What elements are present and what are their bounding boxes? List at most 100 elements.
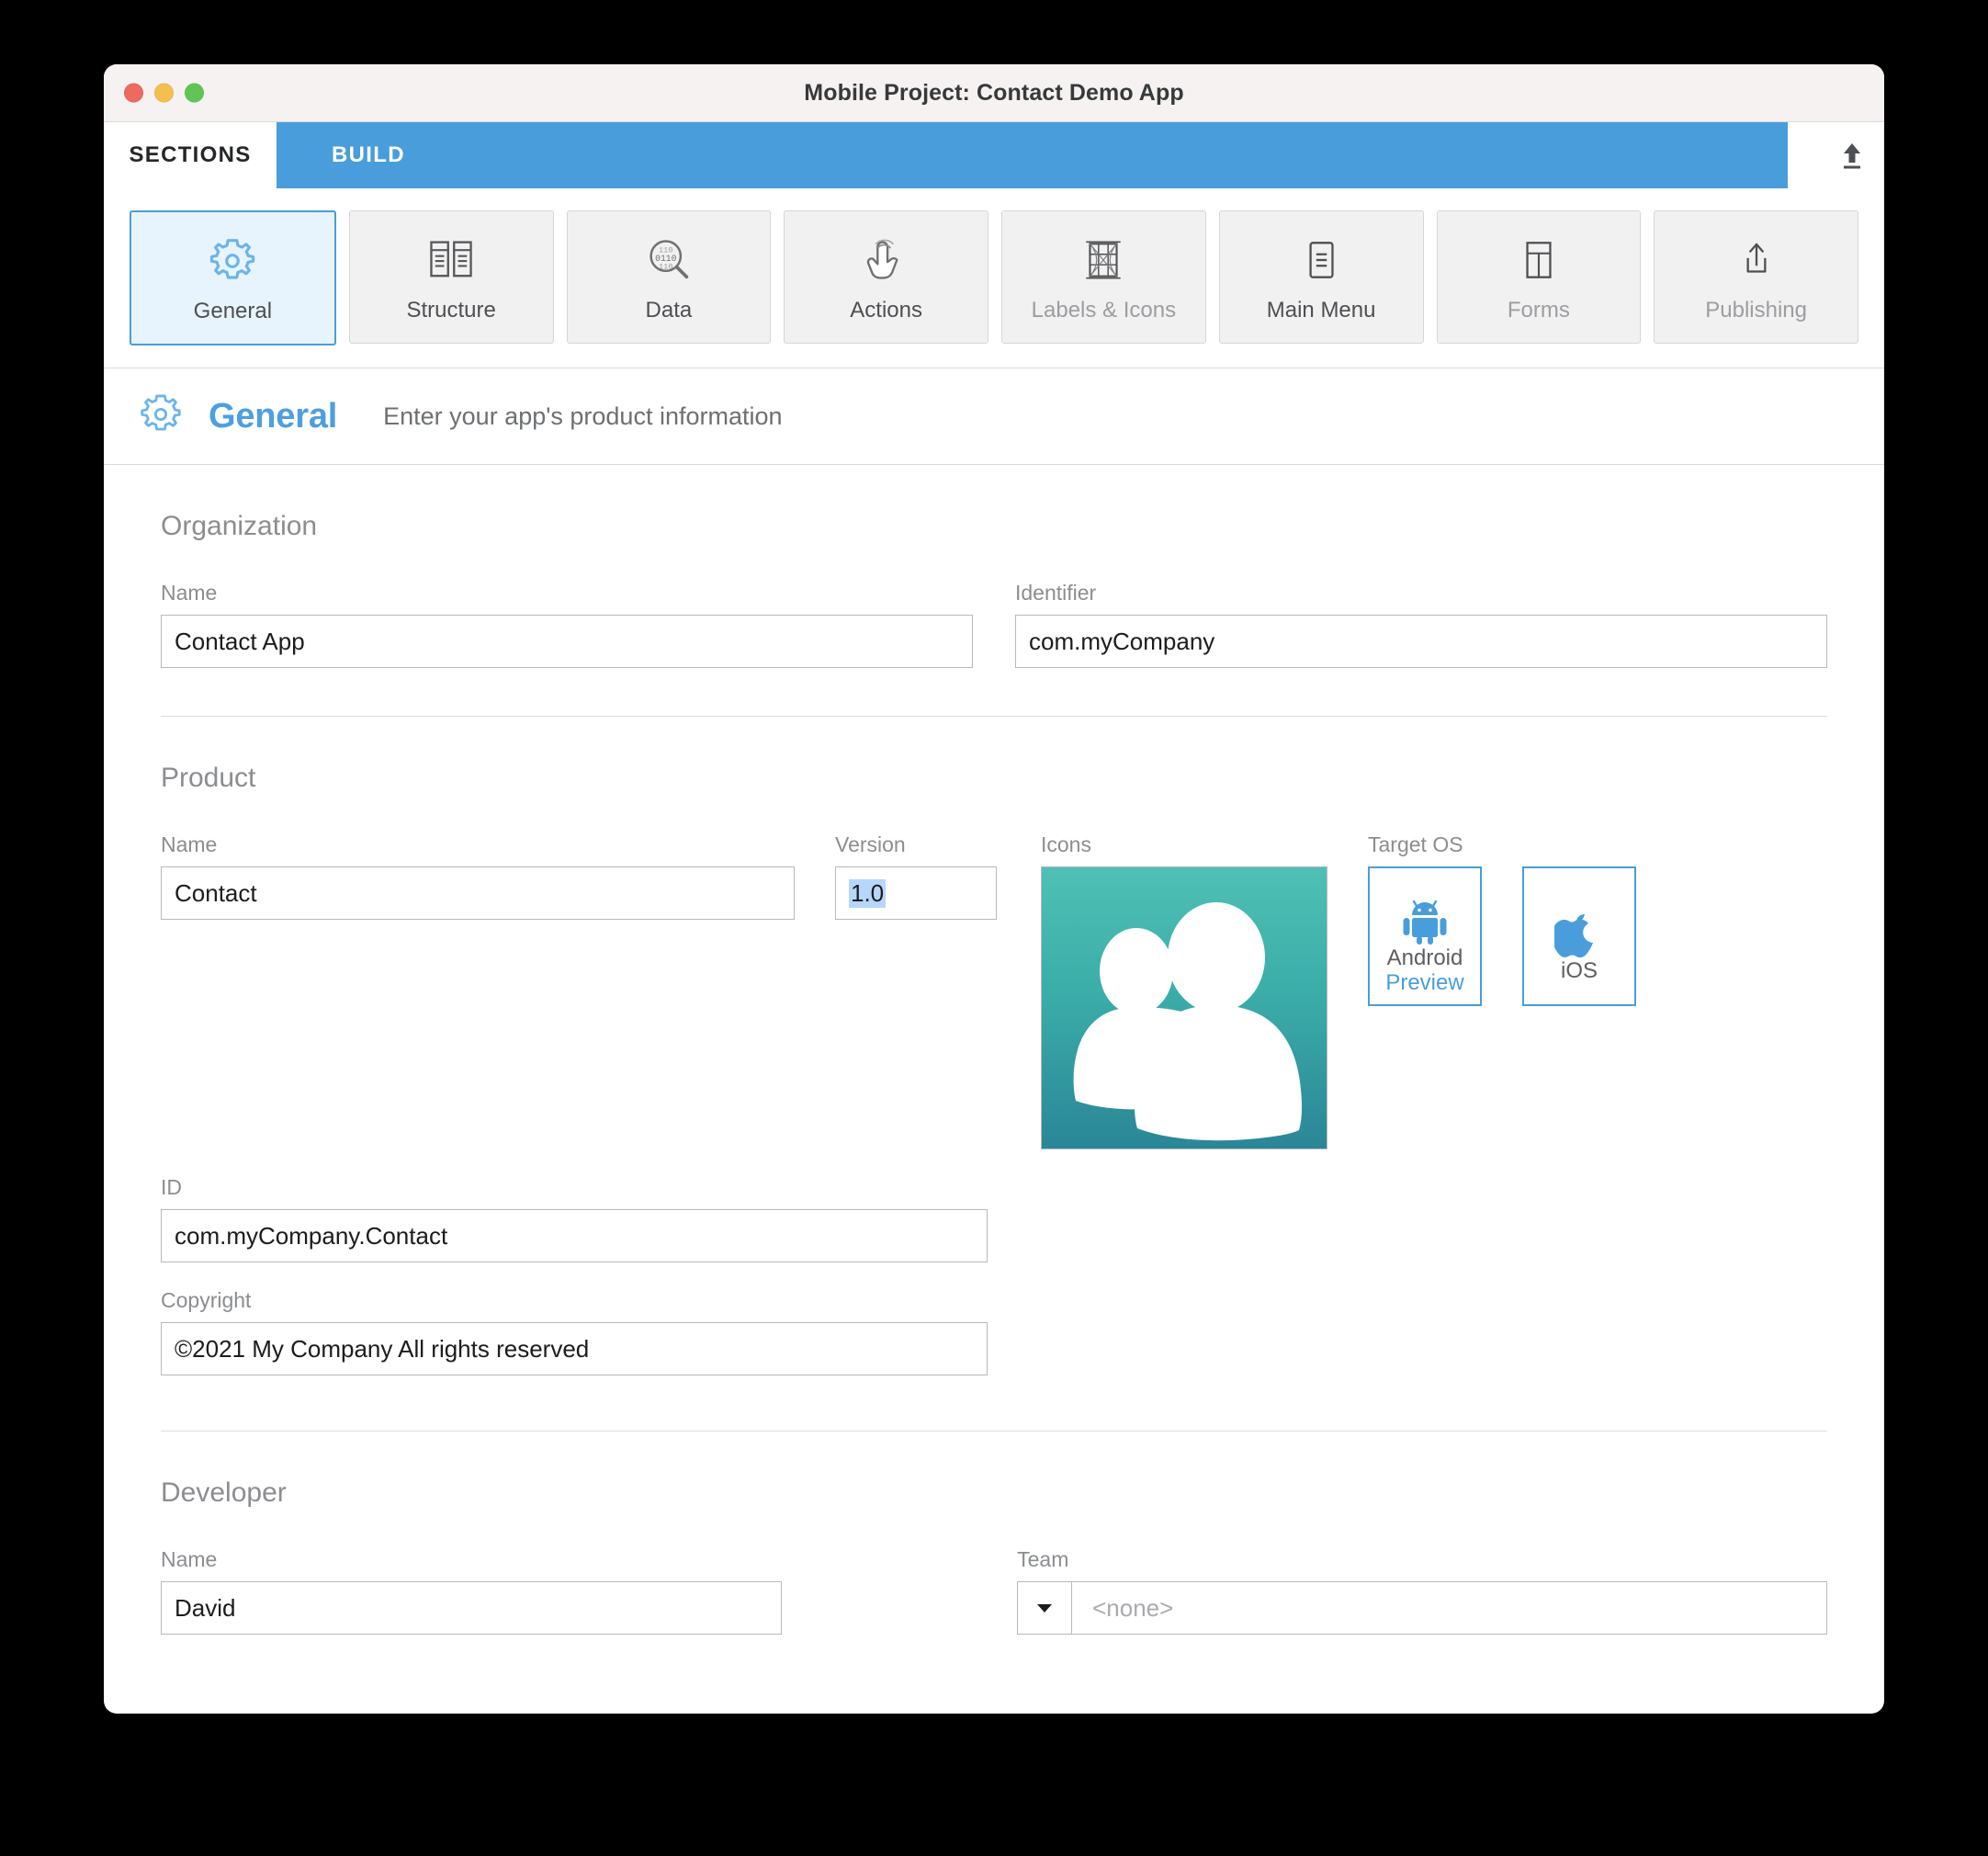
product-id-label: ID <box>161 1175 182 1199</box>
product-id-value: com.myCompany.Contact <box>175 1221 448 1250</box>
target-os-android-button[interactable]: Android Preview <box>1368 866 1482 1006</box>
field-developer-name: Name David <box>161 1547 783 1635</box>
title-bar: Mobile Project: Contact Demo App <box>104 64 1884 122</box>
field-developer-team: Team <none> <box>1017 1547 1827 1635</box>
section-button-forms[interactable]: Forms <box>1436 210 1642 344</box>
upload-icon <box>1844 143 1860 169</box>
field-product-name: Name Contact <box>161 832 795 920</box>
field-product-id: ID com.myCompany.Contact <box>161 1175 988 1262</box>
product-copyright-input[interactable]: ©2021 My Company All rights reserved <box>161 1322 988 1375</box>
gear-icon <box>137 390 185 443</box>
apple-icon <box>1554 889 1604 959</box>
product-left-column: Name Contact <box>161 832 795 920</box>
field-organization-identifier: Identifier com.myCompany <box>1015 581 1827 668</box>
app-window: Mobile Project: Contact Demo App SECTION… <box>104 64 1884 1714</box>
gear-icon <box>206 232 259 289</box>
organization-identifier-input[interactable]: com.myCompany <box>1015 615 1827 668</box>
product-icons-label: Icons <box>1041 832 1091 856</box>
product-id-input[interactable]: com.myCompany.Contact <box>161 1209 988 1262</box>
target-os-ios-label: iOS <box>1560 957 1598 983</box>
group-developer-title: Developer <box>161 1477 287 1508</box>
developer-name-label: Name <box>161 1547 218 1571</box>
organization-name-label: Name <box>161 581 218 605</box>
group-organization: Organization Name Contact App Identifier… <box>161 465 1827 717</box>
form-body: Organization Name Contact App Identifier… <box>104 465 1884 1635</box>
tab-build[interactable]: BUILD <box>277 122 1788 188</box>
maximize-window-button[interactable] <box>185 83 204 103</box>
section-button-data-label: Data <box>645 297 693 323</box>
page-subtitle: Enter your app's product information <box>383 402 783 430</box>
section-toolbar: General Structure 110 0110 110 Data Acti… <box>104 188 1884 368</box>
window-title: Mobile Project: Contact Demo App <box>804 79 1184 106</box>
chevron-down-icon <box>1037 1603 1053 1613</box>
organization-identifier-label: Identifier <box>1015 581 1097 605</box>
field-target-os: Target OS Android Preview iOS <box>1368 832 1636 1006</box>
product-name-value: Contact <box>175 878 257 907</box>
developer-name-value: David <box>175 1593 236 1622</box>
product-name-input[interactable]: Contact <box>161 866 795 920</box>
section-button-general[interactable]: General <box>130 210 336 345</box>
group-organization-title: Organization <box>161 511 318 541</box>
contacts-people-icon <box>1073 902 1303 1141</box>
section-button-structure[interactable]: Structure <box>348 210 554 344</box>
minimize-window-button[interactable] <box>154 83 174 103</box>
tab-sections[interactable]: SECTIONS <box>104 122 277 188</box>
group-developer: Developer Name David Team <none> <box>161 1432 1827 1635</box>
section-button-data[interactable]: 110 0110 110 Data <box>566 210 772 344</box>
tab-sections-label: SECTIONS <box>129 142 252 167</box>
organization-name-value: Contact App <box>175 627 305 655</box>
window-controls <box>124 83 204 103</box>
labels-icon <box>1079 232 1128 289</box>
section-button-main-menu[interactable]: Main Menu <box>1218 210 1424 344</box>
page-title: General <box>209 396 338 436</box>
publish-icon <box>1732 232 1781 289</box>
product-version-input[interactable]: 1.0 <box>835 866 997 920</box>
svg-text:110: 110 <box>659 262 673 271</box>
field-organization-name: Name Contact App <box>161 581 973 668</box>
section-button-main-menu-label: Main Menu <box>1266 297 1376 323</box>
group-product: Product Name Contact Version 1.0 Icons T… <box>161 717 1827 1432</box>
tab-build-label: BUILD <box>332 142 405 167</box>
data-search-icon: 110 0110 110 <box>643 232 695 289</box>
target-os-ios-button[interactable]: iOS <box>1522 866 1636 1006</box>
android-icon <box>1398 877 1451 946</box>
field-product-icons: Icons <box>1041 832 1327 1149</box>
developer-team-combobox[interactable]: <none> <box>1017 1581 1827 1635</box>
section-button-actions[interactable]: Actions <box>784 210 988 344</box>
section-button-structure-label: Structure <box>406 297 496 323</box>
menu-doc-icon <box>1296 232 1346 289</box>
app-icon-preview[interactable] <box>1041 866 1327 1149</box>
forms-icon <box>1514 232 1564 289</box>
tap-hand-icon <box>861 232 912 289</box>
section-button-general-label: General <box>193 298 273 323</box>
structure-icon <box>425 232 477 289</box>
section-button-forms-label: Forms <box>1507 297 1570 323</box>
section-button-publishing[interactable]: Publishing <box>1654 210 1858 344</box>
field-product-copyright: Copyright ©2021 My Company All rights re… <box>161 1288 988 1375</box>
target-os-label: Target OS <box>1368 832 1463 856</box>
developer-team-placeholder: <none> <box>1092 1593 1174 1622</box>
field-product-version: Version 1.0 <box>835 832 997 920</box>
target-os-android-preview-label[interactable]: Preview <box>1385 970 1463 996</box>
product-name-label: Name <box>161 832 218 856</box>
target-os-android-label: Android <box>1386 945 1463 971</box>
developer-team-label: Team <box>1017 1547 1069 1571</box>
developer-team-input[interactable]: <none> <box>1072 1582 1826 1634</box>
organization-identifier-value: com.myCompany <box>1029 627 1215 655</box>
upload-button[interactable] <box>1820 122 1884 188</box>
section-button-labels-icons-label: Labels & Icons <box>1031 297 1177 323</box>
product-copyright-label: Copyright <box>161 1288 252 1312</box>
section-button-publishing-label: Publishing <box>1705 297 1807 323</box>
section-button-actions-label: Actions <box>850 297 922 323</box>
product-version-label: Version <box>835 832 906 856</box>
page-header: General Enter your app's product informa… <box>104 368 1884 465</box>
developer-name-input[interactable]: David <box>161 1581 783 1635</box>
group-product-title: Product <box>161 763 256 793</box>
close-window-button[interactable] <box>124 83 143 103</box>
product-version-value: 1.0 <box>849 878 887 908</box>
organization-name-input[interactable]: Contact App <box>161 615 973 668</box>
developer-team-dropdown-button[interactable] <box>1018 1582 1073 1634</box>
main-tab-bar: SECTIONS BUILD <box>104 122 1884 188</box>
product-copyright-value: ©2021 My Company All rights reserved <box>175 1334 590 1363</box>
section-button-labels-icons[interactable]: Labels & Icons <box>1001 210 1206 344</box>
